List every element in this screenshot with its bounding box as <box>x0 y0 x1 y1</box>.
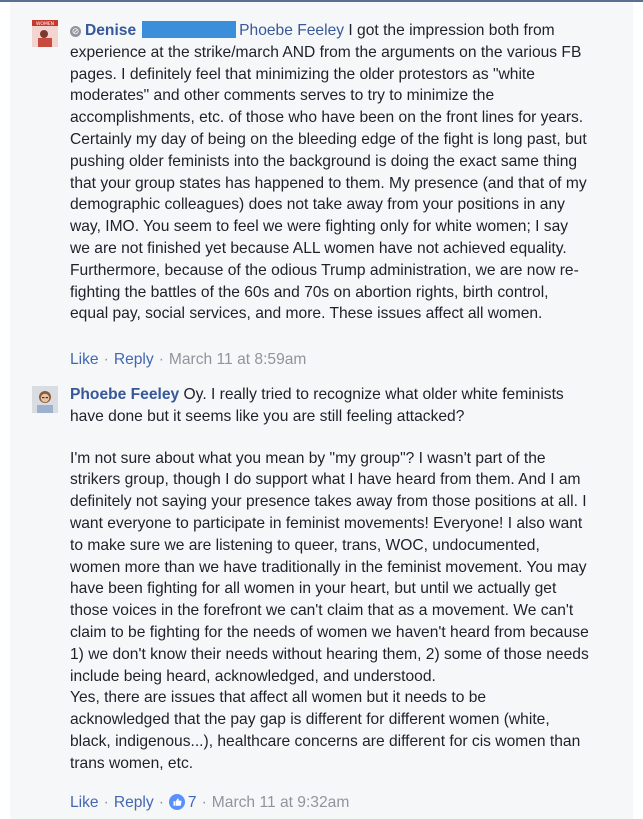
comment-paragraph: Phoebe Feeley Oy. I really tried to reco… <box>70 384 590 428</box>
comment-body: Phoebe Feeley Oy. I really tried to reco… <box>70 384 590 775</box>
separator: · <box>201 794 207 811</box>
comment-body: ⊘ Denise Phoebe Feeley I got the impressio… <box>70 20 590 325</box>
avatar-logo-text: WOMEN <box>36 21 54 27</box>
redacted-name-block <box>142 21 237 38</box>
avatar[interactable]: WOMEN <box>32 20 58 47</box>
comment-actions: Like · Reply · 7 · March 11 at 9:32am <box>70 794 349 812</box>
author-name[interactable]: Phoebe Feeley <box>70 386 179 403</box>
avatar[interactable] <box>32 386 58 413</box>
separator: · <box>158 794 164 811</box>
reply-button[interactable]: Reply <box>114 351 154 368</box>
comment-paragraph: Yes, there are issues that affect all wo… <box>70 689 581 772</box>
author-name[interactable]: Denise <box>85 22 136 39</box>
comment-paragraph: I'm not sure about what you mean by "my … <box>70 449 589 685</box>
thumbs-up-icon[interactable] <box>168 794 185 810</box>
mention-link[interactable]: Phoebe Feeley <box>239 22 344 39</box>
separator: · <box>103 351 109 368</box>
timestamp[interactable]: March 11 at 8:59am <box>169 351 307 368</box>
reaction-count[interactable]: 7 <box>188 794 197 811</box>
comment-actions: Like · Reply · March 11 at 8:59am <box>70 351 306 369</box>
comment-thread: WOMEN ⊘ Denise Phoebe Feeley I got the imp… <box>10 2 633 819</box>
pending-icon: ⊘ <box>70 26 81 37</box>
separator: · <box>158 351 164 368</box>
reply-button[interactable]: Reply <box>114 794 154 811</box>
like-button[interactable]: Like <box>70 351 99 368</box>
separator: · <box>103 794 109 811</box>
like-button[interactable]: Like <box>70 794 99 811</box>
timestamp[interactable]: March 11 at 9:32am <box>212 794 350 811</box>
comment-text: I got the impression both from experienc… <box>70 22 587 323</box>
